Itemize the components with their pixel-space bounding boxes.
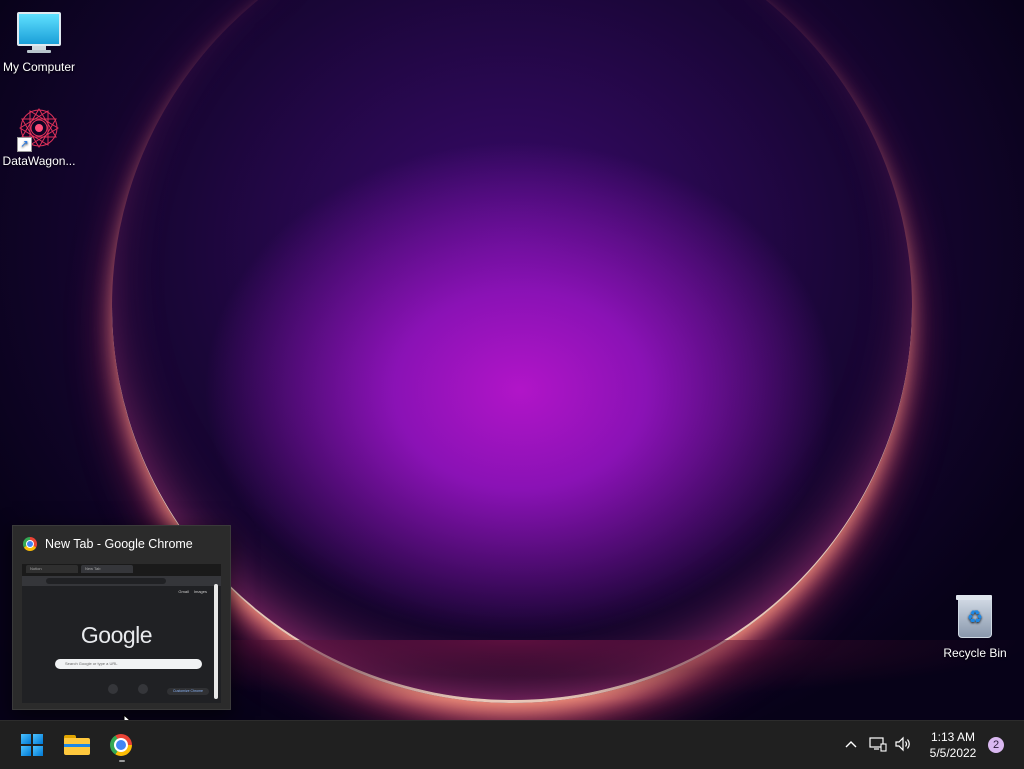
desktop-icon-label: DataWagon...	[2, 154, 76, 168]
show-hidden-icons-chevron-up-icon[interactable]	[840, 733, 862, 755]
running-indicator	[119, 760, 125, 762]
windows-start-icon	[21, 734, 43, 756]
desktop-icon-label: My Computer	[2, 60, 76, 74]
system-clock[interactable]: 1:13 AM 5/5/2022	[922, 729, 984, 761]
volume-icon[interactable]	[892, 733, 914, 755]
monitor-icon	[17, 12, 61, 56]
desktop-icon-datawagon[interactable]: ↗ DataWagon...	[0, 106, 78, 168]
thumbnail-tab-active: New Tab	[81, 565, 133, 573]
preview-thumbnail[interactable]: Notion New Tab Gmail Images Google Searc…	[22, 564, 221, 703]
chrome-taskbar-button[interactable]	[102, 727, 140, 763]
thumbnail-tab: Notion	[26, 565, 78, 573]
recycle-bin-icon: ♻	[953, 595, 997, 642]
file-explorer-icon	[64, 735, 90, 755]
wallpaper-orb	[112, 0, 912, 703]
thumbnail-shortcut	[108, 684, 118, 694]
thumbnail-link-images: Images	[193, 589, 207, 594]
chrome-icon	[23, 537, 37, 551]
desktop-icon-label: Recycle Bin	[943, 646, 1007, 660]
desktop-icon-my-computer[interactable]: My Computer	[0, 10, 78, 74]
network-icon[interactable]	[867, 733, 889, 755]
start-button[interactable]	[13, 727, 51, 763]
clock-time: 1:13 AM	[930, 730, 976, 744]
shortcut-arrow-icon: ↗	[17, 137, 32, 152]
desktop-icon-recycle-bin[interactable]: ♻ Recycle Bin	[936, 595, 1014, 660]
clock-date: 5/5/2022	[929, 746, 977, 760]
thumbnail-link-gmail: Gmail	[178, 589, 189, 594]
preview-window-title: New Tab - Google Chrome	[45, 537, 193, 551]
datawagon-shortcut-icon: ↗	[17, 106, 61, 152]
thumbnail-scrollbar	[214, 584, 218, 699]
thumbnail-address-bar	[46, 578, 166, 584]
thumbnail-customize-button: Customize Chrome	[167, 688, 209, 695]
thumbnail-google-logo: Google	[80, 622, 153, 648]
thumbnail-search-box: Search Google or type a URL	[55, 659, 202, 669]
notification-badge[interactable]: 2	[988, 737, 1004, 753]
thumbnail-shortcut-add	[138, 684, 148, 694]
file-explorer-button[interactable]	[58, 727, 96, 763]
chrome-icon	[110, 734, 132, 756]
taskbar: 1:13 AM 5/5/2022 2	[0, 720, 1024, 769]
taskbar-window-preview[interactable]: New Tab - Google Chrome Notion New Tab G…	[12, 525, 231, 710]
